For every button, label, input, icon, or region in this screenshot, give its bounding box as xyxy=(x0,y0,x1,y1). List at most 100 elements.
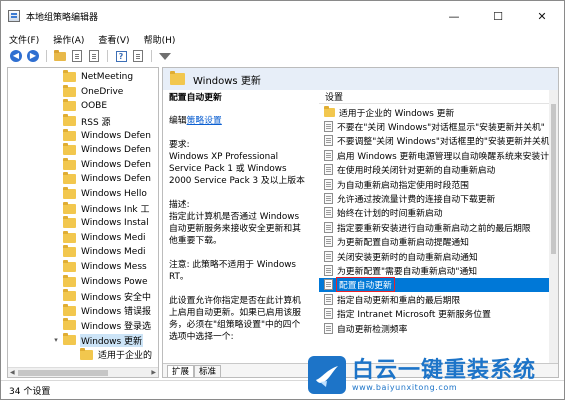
policy-row[interactable]: 关闭安装更新时的自动重新启动通知 xyxy=(319,249,555,263)
details-header: Windows 更新 xyxy=(163,68,558,90)
tree-item[interactable]: Windows Defen xyxy=(63,143,152,158)
tree-item[interactable]: Windows Defen xyxy=(63,172,152,187)
toolbar-separator xyxy=(107,50,108,62)
tree-item[interactable]: Windows Defen xyxy=(63,157,152,173)
policy-row-label: 为自动重新启动指定使用时段范围 xyxy=(337,180,469,191)
tree-item[interactable]: Windows Powe xyxy=(63,274,149,289)
settings-vertical-scrollbar[interactable] xyxy=(549,90,558,364)
folder-icon xyxy=(63,245,76,258)
policy-row[interactable]: 配置自动更新 xyxy=(319,277,555,293)
folder-up-icon xyxy=(54,49,66,61)
close-button[interactable]: ✕ xyxy=(520,1,564,31)
folder-icon xyxy=(63,99,76,112)
menu-action[interactable]: 操作(A) xyxy=(46,33,91,46)
help-icon: ? xyxy=(115,50,127,62)
policy-row-label: 不要调整"关闭 Windows"对话框里的"安装更新并关机" xyxy=(337,137,554,148)
title-bar: 本地组策略编辑器 — ☐ ✕ xyxy=(1,1,564,31)
tree-item[interactable]: Windows Instal xyxy=(63,216,150,231)
policy-row-label: 关闭安装更新时的自动重新启动通知 xyxy=(337,252,478,263)
maximize-button[interactable]: ☐ xyxy=(476,1,520,31)
list-folder-row[interactable]: 适用于企业的 Windows 更新 xyxy=(319,105,555,119)
policy-row[interactable]: 指定 Intranet Microsoft 更新服务位置 xyxy=(319,307,555,321)
policy-row[interactable]: 自动更新检测频率 xyxy=(319,321,555,335)
tree-item[interactable]: Windows Defen xyxy=(63,128,152,143)
tree-item[interactable]: Windows Hello xyxy=(63,187,148,202)
policy-row[interactable]: 允许通过按流量计费的连接自动下载更新 xyxy=(319,191,555,205)
help-button[interactable]: ? xyxy=(114,49,128,63)
policy-row-label: 为更新配置自动重新启动提醒通知 xyxy=(337,238,469,249)
edit-policy-settings-link[interactable]: 策略设置 xyxy=(187,116,222,126)
expand-chevron-icon[interactable]: ▾ xyxy=(52,336,60,344)
tree-item[interactable]: Windows Medi xyxy=(63,245,147,260)
policy-setting-icon xyxy=(324,135,333,147)
settings-column-header[interactable]: 设置 xyxy=(319,90,555,104)
tree-pane[interactable]: ◀ ▶ NetMeeting OneDrive OOBE RSS 源 Windows D… xyxy=(7,67,159,378)
description-label: 描述: xyxy=(169,200,190,210)
policy-row[interactable]: 不要调整"关闭 Windows"对话框里的"安装更新并关机" xyxy=(319,134,555,148)
policy-row[interactable]: 启用 Windows 更新电源管理以自动唤醒系统来安装计 xyxy=(319,148,555,162)
requirements-text: Windows XP Professional Service Pack 1 或… xyxy=(169,152,305,186)
tree-item-label: RSS 源 xyxy=(81,117,111,128)
folder-icon xyxy=(63,187,76,200)
tree-item-label: Windows Mess xyxy=(81,262,147,273)
details-header-title: Windows 更新 xyxy=(193,75,261,87)
policy-row[interactable]: 在使用时段关闭针对更新的自动重新启动 xyxy=(319,163,555,177)
tree-item[interactable]: Windows Mess xyxy=(63,260,148,275)
gpedit-app-icon xyxy=(8,10,20,22)
policy-row[interactable]: 为更新配置自动重新启动提醒通知 xyxy=(319,235,555,249)
properties-button[interactable] xyxy=(131,49,145,63)
policy-row[interactable]: 为更新配置"需要自动重新启动"通知 xyxy=(319,263,555,277)
watermark-text: 白云一键重装系统 www.baiyunxitong.com xyxy=(352,358,536,392)
tree-item[interactable]: NetMeeting xyxy=(63,70,134,85)
tree-item[interactable]: Windows 安全中 xyxy=(63,289,152,304)
policy-setting-icon xyxy=(324,293,333,305)
menu-help[interactable]: 帮助(H) xyxy=(137,33,183,46)
forward-button[interactable]: ▶ xyxy=(26,49,40,63)
document-icon xyxy=(72,50,82,62)
policy-row-label: 在使用时段关闭针对更新的自动重新启动 xyxy=(337,166,496,177)
tree-item-label: OOBE xyxy=(81,101,108,112)
tree-item[interactable]: 适用于企业的 xyxy=(80,347,153,362)
policy-title: 配置自动更新 xyxy=(169,93,222,103)
tree-item[interactable]: OneDrive xyxy=(63,84,124,100)
minimize-button[interactable]: — xyxy=(432,1,476,31)
tree-item[interactable]: Windows 登录选 xyxy=(63,318,152,333)
export-list-button[interactable] xyxy=(87,49,101,63)
status-text: 34 个设置 xyxy=(9,387,51,397)
folder-icon xyxy=(170,71,185,85)
properties-icon xyxy=(133,50,143,62)
policy-setting-icon xyxy=(324,207,333,219)
tree-item[interactable]: ▾ Windows 更新 xyxy=(52,333,144,348)
tree-item[interactable]: RSS 源 xyxy=(63,114,112,129)
tree-scroll-thumb[interactable] xyxy=(18,370,108,376)
tree-item[interactable]: Windows 错误报 xyxy=(63,303,152,319)
tab-standard[interactable]: 标准 xyxy=(194,365,222,377)
tree-horizontal-scrollbar[interactable]: ◀ ▶ xyxy=(8,367,158,377)
policy-setting-icon xyxy=(324,250,333,262)
tree-item[interactable]: Windows Medi xyxy=(63,230,147,246)
show-hide-tree-button[interactable] xyxy=(70,49,84,63)
filter-button[interactable] xyxy=(158,49,172,63)
policy-row[interactable]: 不要在"关闭 Windows"对话框显示"安装更新并关机" xyxy=(319,119,555,133)
menu-file[interactable]: 文件(F) xyxy=(1,33,46,46)
policy-row[interactable]: 指定自动更新和重启的最后期限 xyxy=(319,292,555,306)
tree-item[interactable]: OOBE xyxy=(63,99,108,114)
back-button[interactable]: ◀ xyxy=(9,49,23,63)
settings-list[interactable]: 设置 适用于企业的 Windows 更新 不要在"关闭 Windows"对话框显示… xyxy=(319,90,555,364)
folder-icon xyxy=(63,318,76,331)
tree-item[interactable]: Windows Ink 工 xyxy=(63,201,150,216)
policy-row[interactable]: 始终在计划的时间重新启动 xyxy=(319,206,555,220)
watermark-url: www.baiyunxitong.com xyxy=(352,382,458,392)
scroll-left-icon[interactable]: ◀ xyxy=(10,369,15,376)
policy-row[interactable]: 为自动重新启动指定使用时段范围 xyxy=(319,177,555,191)
policy-row-label: 指定 Intranet Microsoft 更新服务位置 xyxy=(337,310,491,321)
tab-extended[interactable]: 扩展 xyxy=(167,365,195,377)
requirements-label: 要求: xyxy=(169,140,190,150)
toolbar-separator xyxy=(151,50,152,62)
folder-icon xyxy=(63,216,76,229)
settings-scroll-thumb[interactable] xyxy=(551,104,556,254)
up-level-button[interactable] xyxy=(53,49,67,63)
scroll-right-icon[interactable]: ▶ xyxy=(151,369,156,376)
policy-row[interactable]: 指定要重新安装进行自动重新启动之前的最后期限 xyxy=(319,220,555,234)
menu-view[interactable]: 查看(V) xyxy=(91,33,136,46)
